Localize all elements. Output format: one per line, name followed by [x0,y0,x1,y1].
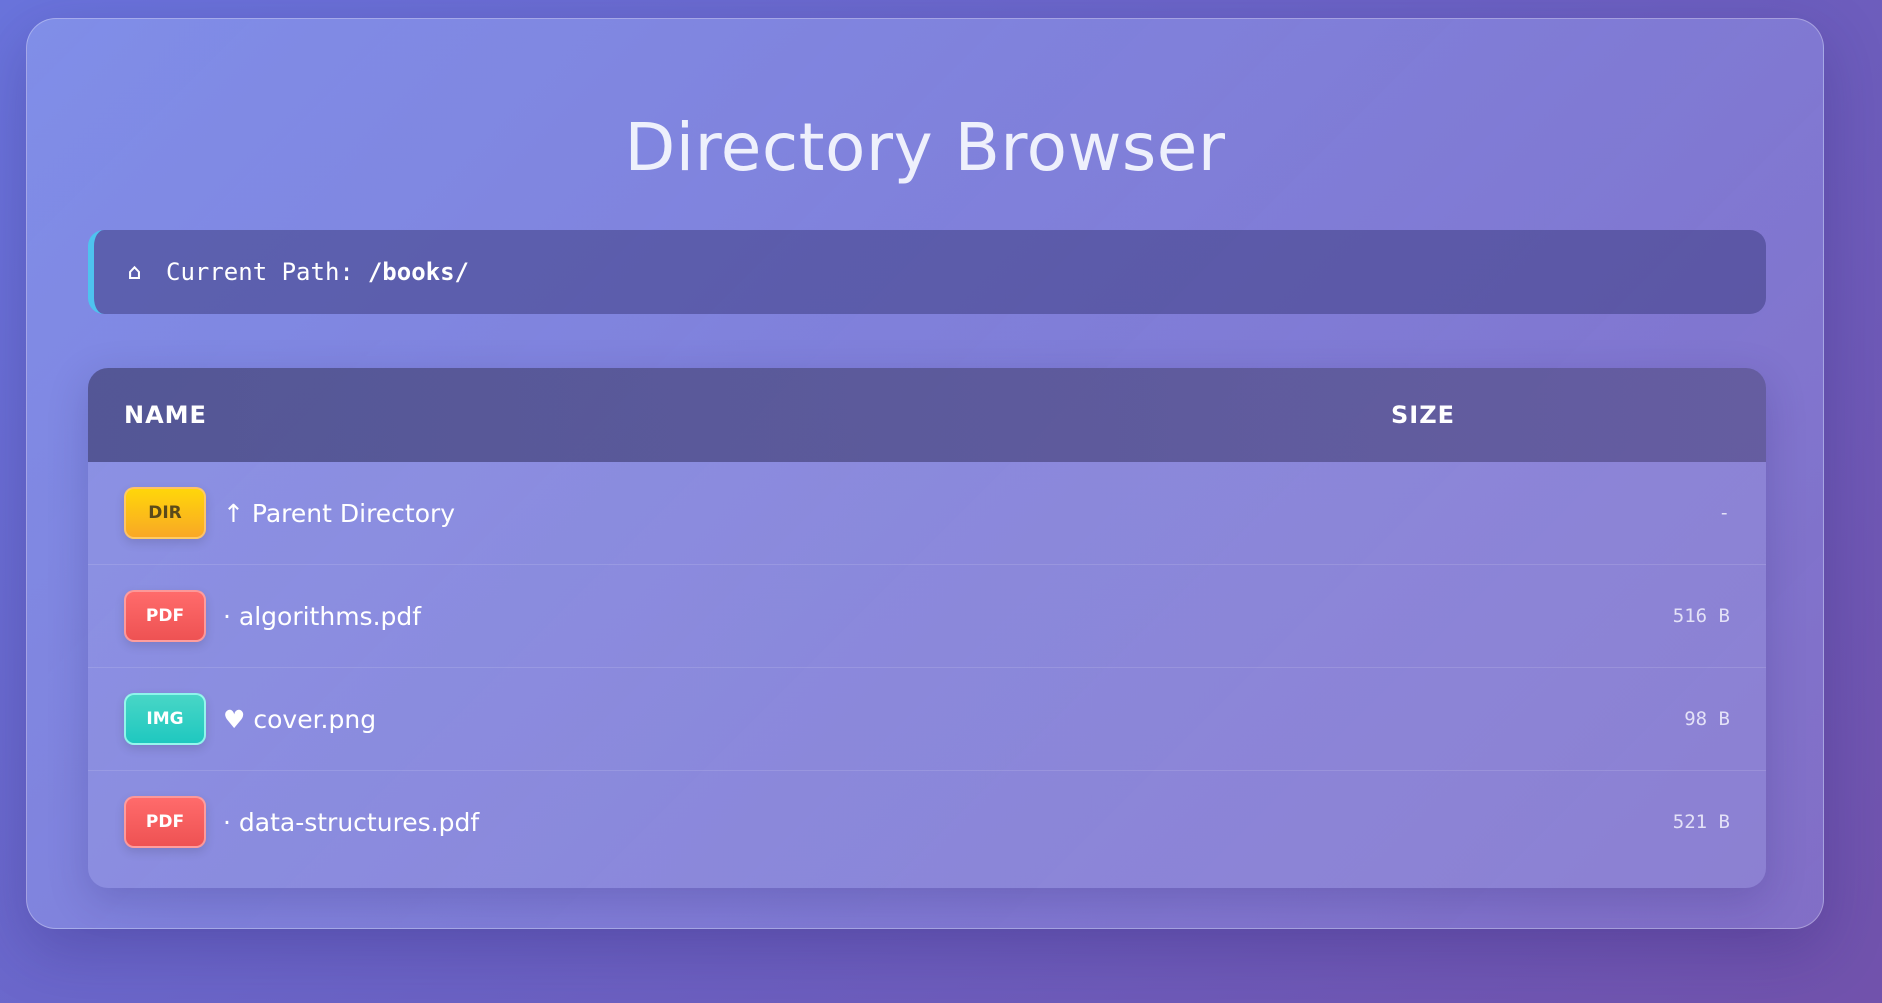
file-name-link[interactable]: ↑ Parent Directory [223,499,455,528]
table-row[interactable]: PDF · algorithms.pdf 516 B [88,565,1766,668]
pdf-badge-icon: PDF [124,590,206,642]
file-name-link[interactable]: · algorithms.pdf [223,602,421,631]
file-name-link[interactable]: · data-structures.pdf [223,808,479,837]
table-row[interactable]: IMG ♥ cover.png 98 B [88,668,1766,771]
path-value: /books/ [367,258,469,286]
home-icon[interactable]: ⌂ [128,260,156,285]
file-size: - [1718,502,1730,524]
table-header: NAME SIZE [88,368,1766,462]
table-row[interactable]: PDF · data-structures.pdf 521 B [88,771,1766,873]
file-size: 516 B [1672,605,1730,627]
file-size: 521 B [1672,811,1730,833]
page-title: Directory Browser [624,109,1226,186]
path-label: Current Path: [166,258,354,286]
file-size: 98 B [1684,708,1730,730]
column-header-size[interactable]: SIZE [1391,401,1455,429]
pdf-badge-icon: PDF [124,796,206,848]
file-table: NAME SIZE DIR ↑ Parent Directory - PDF ·… [88,368,1766,888]
file-name-link[interactable]: ♥ cover.png [223,705,376,734]
column-header-name[interactable]: NAME [124,401,207,429]
current-path-bar: ⌂ Current Path: /books/ [88,230,1766,314]
dir-badge-icon: DIR [124,487,206,539]
browser-panel: Directory Browser ⌂ Current Path: /books… [26,18,1824,929]
img-badge-icon: IMG [124,693,206,745]
table-row-parent-directory[interactable]: DIR ↑ Parent Directory - [88,462,1766,565]
